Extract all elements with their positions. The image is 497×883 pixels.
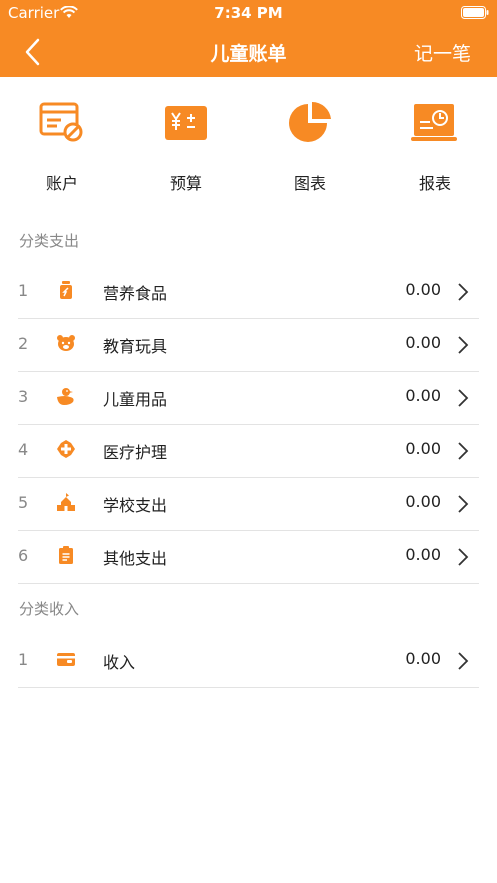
action-report[interactable]: 报表 [380, 100, 490, 194]
expense-row[interactable]: 6 其他支出 0.00 [18, 531, 479, 584]
pie-chart-icon [289, 101, 331, 142]
account-card-icon [39, 102, 83, 142]
chevron-right-icon [458, 283, 469, 301]
income-row[interactable]: 1 收入 0.00 [18, 635, 479, 688]
row-index: 1 [18, 281, 29, 300]
nav-bar: 儿童账单 记一笔 [0, 38, 497, 66]
row-name: 教育玩具 [103, 337, 168, 356]
header: Carrier 7:34 PM 儿童账单 记一笔 [0, 0, 497, 77]
row-index: 2 [18, 334, 29, 353]
status-bar: Carrier 7:34 PM [0, 4, 497, 22]
report-icon [411, 104, 457, 141]
chevron-right-icon [458, 336, 469, 354]
clock: 7:34 PM [214, 4, 283, 22]
action-chart[interactable]: 图表 [255, 100, 365, 194]
chevron-right-icon [458, 389, 469, 407]
action-label-budget: 预算 [169, 174, 202, 193]
row-amount: 0.00 [405, 545, 441, 564]
medical-cross-icon [57, 440, 75, 458]
expense-row[interactable]: 2 教育玩具 0.00 [18, 319, 479, 372]
action-account[interactable]: 账户 [7, 100, 117, 194]
action-label-report: 报表 [418, 174, 451, 193]
row-index: 6 [18, 546, 29, 565]
row-amount: 0.00 [405, 649, 441, 668]
expense-row[interactable]: 5 学校支出 0.00 [18, 478, 479, 531]
duck-icon [57, 388, 74, 405]
record-button[interactable]: 记一笔 [414, 39, 471, 66]
row-name: 其他支出 [103, 549, 168, 568]
section-title-expense: 分类支出 [19, 232, 80, 250]
budget-icon [165, 106, 207, 140]
action-budget[interactable]: 预算 [131, 100, 241, 194]
expense-row[interactable]: 4 医疗护理 0.00 [18, 425, 479, 478]
chevron-right-icon [458, 652, 469, 670]
school-icon [57, 493, 75, 511]
card-icon [57, 653, 75, 666]
row-index: 5 [18, 493, 29, 512]
row-name: 学校支出 [103, 496, 168, 515]
quick-actions: 账户 预算 图表 报表 [0, 100, 497, 200]
row-amount: 0.00 [405, 492, 441, 511]
row-amount: 0.00 [405, 386, 441, 405]
expense-row[interactable]: 1 营养食品 0.00 [18, 266, 479, 319]
action-label-account: 账户 [45, 174, 78, 193]
row-index: 4 [18, 440, 29, 459]
row-amount: 0.00 [405, 439, 441, 458]
row-name: 营养食品 [103, 284, 168, 303]
row-name: 收入 [103, 653, 136, 672]
battery-icon [461, 6, 489, 19]
bottle-icon [60, 281, 72, 299]
action-label-chart: 图表 [293, 174, 326, 193]
clipboard-icon [59, 546, 73, 564]
chevron-right-icon [458, 495, 469, 513]
chevron-right-icon [458, 548, 469, 566]
row-index: 1 [18, 650, 29, 669]
section-title-income: 分类收入 [19, 600, 80, 618]
row-name: 医疗护理 [103, 443, 168, 462]
row-amount: 0.00 [405, 333, 441, 352]
row-name: 儿童用品 [103, 390, 168, 409]
chevron-right-icon [458, 442, 469, 460]
expense-row[interactable]: 3 儿童用品 0.00 [18, 372, 479, 425]
row-amount: 0.00 [405, 280, 441, 299]
bear-icon [57, 335, 75, 351]
row-index: 3 [18, 387, 29, 406]
